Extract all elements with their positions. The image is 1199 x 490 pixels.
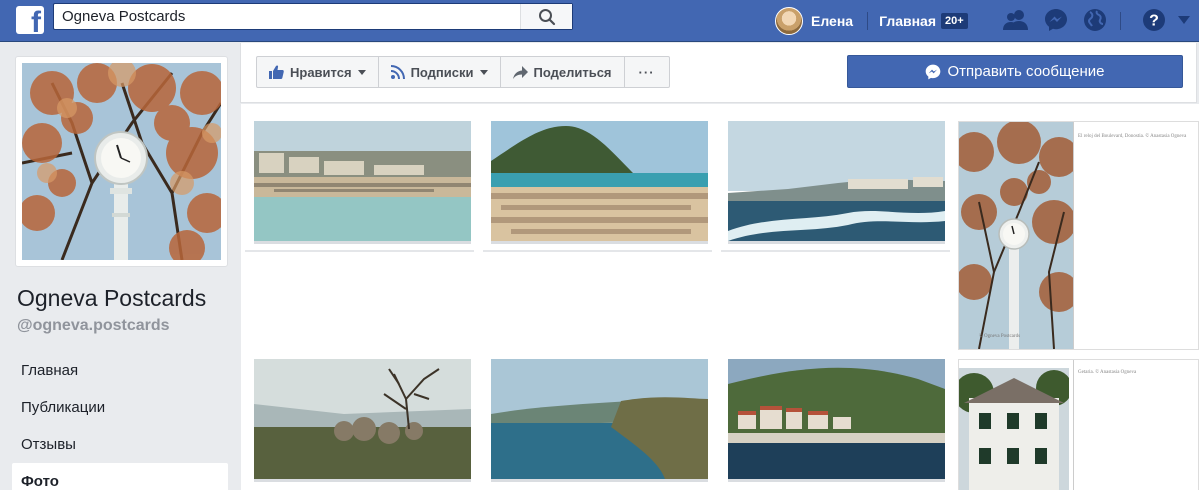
sidebar-item-photos[interactable]: Фото xyxy=(12,463,228,490)
send-message-button[interactable]: Отправить сообщение xyxy=(847,55,1183,88)
nav-divider-2 xyxy=(1120,12,1121,30)
share-button[interactable]: Поделиться xyxy=(501,57,625,87)
photo-tile[interactable] xyxy=(491,359,708,482)
photo-tile[interactable] xyxy=(254,359,471,482)
postcard-divider xyxy=(1073,360,1074,490)
share-arrow-icon xyxy=(512,65,528,79)
rss-icon xyxy=(390,65,405,79)
avatar[interactable] xyxy=(775,7,803,35)
clock-tree-image xyxy=(22,63,221,260)
beach-city-photo xyxy=(254,121,471,241)
beach-hill-photo xyxy=(491,121,708,241)
page-sidebar-nav: Главная Публикации Отзывы Фото xyxy=(12,352,228,490)
photo-tile[interactable] xyxy=(728,359,945,482)
home-notification-badge: 20+ xyxy=(941,13,968,29)
share-button-label: Поделиться xyxy=(533,64,612,80)
user-name-link[interactable]: Елена xyxy=(811,13,853,29)
friends-icon xyxy=(1003,10,1028,30)
account-menu-button[interactable] xyxy=(1174,6,1194,34)
postcard-house-image xyxy=(959,368,1069,490)
facebook-logo-icon[interactable]: f xyxy=(16,6,44,34)
photo-tile[interactable] xyxy=(728,121,945,244)
follow-button-label: Подписки xyxy=(410,64,474,80)
page-title: Ogneva Postcards xyxy=(17,285,207,311)
svg-text:?: ? xyxy=(1149,13,1159,30)
help-icon: ? xyxy=(1143,9,1165,31)
follow-caret-icon xyxy=(479,69,488,75)
postcard-preview[interactable]: El reloj del Boulevard, Donostia. © Anas… xyxy=(958,121,1199,350)
profile-picture[interactable] xyxy=(22,63,221,260)
send-message-label: Отправить сообщение xyxy=(947,63,1105,80)
postcard-clock-image xyxy=(959,122,1073,349)
globe-icon xyxy=(1084,9,1106,31)
photo-tile[interactable] xyxy=(491,121,708,244)
caret-down-icon xyxy=(1178,16,1190,24)
postcard-watermark: © Ogneva Postcards xyxy=(979,334,1021,339)
thumbs-up-icon xyxy=(269,65,284,79)
follow-button[interactable]: Подписки xyxy=(379,57,501,87)
postcard-preview[interactable]: Getaria. © Anastasia Ogneva xyxy=(958,359,1199,490)
sidebar-item-posts[interactable]: Публикации xyxy=(12,389,228,426)
search-button[interactable] xyxy=(520,4,572,29)
messenger-button[interactable] xyxy=(1042,6,1070,34)
sidebar-item-home[interactable]: Главная xyxy=(12,352,228,389)
tile-divider xyxy=(245,250,474,252)
harbor-town-photo xyxy=(728,359,945,479)
messenger-icon xyxy=(1045,9,1067,31)
like-caret-icon xyxy=(357,69,366,75)
coastal-cliffs-photo xyxy=(491,359,708,479)
page-action-bar: Нравится Подписки Поделиться ··· Отправи… xyxy=(240,43,1197,103)
top-navigation-bar: f Елена Главная 20+ xyxy=(0,0,1199,42)
profile-picture-card[interactable] xyxy=(15,56,228,267)
postcard-divider xyxy=(1073,122,1074,349)
postcard-caption: El reloj del Boulevard, Donostia. © Anas… xyxy=(1078,134,1187,139)
sea-waves-photo xyxy=(728,121,945,241)
more-button[interactable]: ··· xyxy=(625,57,669,87)
tile-divider xyxy=(721,250,950,252)
search-input[interactable] xyxy=(54,4,520,29)
friends-button[interactable] xyxy=(1002,6,1030,34)
nav-divider xyxy=(867,12,869,30)
help-button[interactable]: ? xyxy=(1140,6,1168,34)
search-icon xyxy=(538,8,555,25)
search-box xyxy=(53,3,573,30)
tile-divider xyxy=(483,250,712,252)
photo-tile[interactable] xyxy=(254,121,471,244)
sidebar-item-reviews[interactable]: Отзывы xyxy=(12,426,228,463)
page-handle[interactable]: @ogneva.postcards xyxy=(17,317,170,335)
like-button[interactable]: Нравится xyxy=(257,57,379,87)
photos-grid: El reloj del Boulevard, Donostia. © Anas… xyxy=(241,104,1199,490)
postcard-caption: Getaria. © Anastasia Ogneva xyxy=(1078,370,1137,375)
like-button-label: Нравится xyxy=(290,64,352,80)
action-button-group: Нравится Подписки Поделиться ··· xyxy=(256,56,670,88)
nav-right: Елена Главная 20+ xyxy=(775,0,968,42)
messenger-icon xyxy=(926,64,941,79)
more-icon: ··· xyxy=(638,64,655,80)
lone-tree-photo xyxy=(254,359,471,479)
notifications-button[interactable] xyxy=(1081,6,1109,34)
home-link[interactable]: Главная xyxy=(879,13,936,29)
